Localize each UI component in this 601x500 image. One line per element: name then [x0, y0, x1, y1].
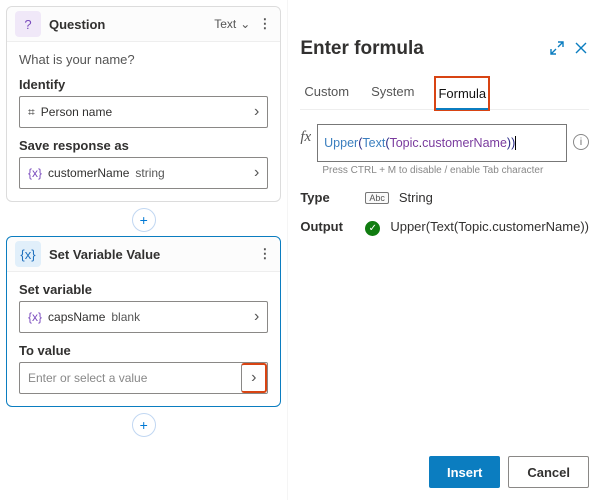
output-value: Upper(Text(Topic.customerName)): [390, 219, 589, 234]
variable-name: capsName: [48, 310, 105, 324]
node-title: Question: [49, 17, 206, 32]
to-value-placeholder: Enter or select a value: [28, 371, 147, 385]
formula-token: Text: [362, 135, 385, 152]
variable-type: string: [135, 166, 164, 180]
chevron-right-icon: ›: [254, 164, 259, 182]
identify-label: Identify: [19, 77, 268, 92]
chevron-right-icon: ›: [254, 103, 259, 121]
to-value-field[interactable]: Enter or select a value ›: [19, 362, 268, 394]
text-cursor: [515, 136, 516, 150]
question-node[interactable]: ? Question Text ⌄ ⋮ What is your name? I…: [6, 6, 281, 202]
chevron-right-icon: ›: [254, 308, 259, 326]
add-node-button[interactable]: +: [132, 208, 156, 232]
set-variable-node[interactable]: {x} Set Variable Value ⋮ Set variable {x…: [6, 236, 281, 407]
variable-icon: {x}: [28, 166, 42, 180]
type-value: String: [399, 190, 433, 205]
type-label: Type: [300, 190, 355, 205]
entity-icon: ⌗: [28, 105, 35, 120]
chevron-down-icon[interactable]: ⌄: [240, 17, 250, 31]
identify-field[interactable]: ⌗ Person name ›: [19, 96, 268, 128]
close-icon[interactable]: [573, 40, 589, 59]
save-response-label: Save response as: [19, 138, 268, 153]
to-value-expand-button[interactable]: ›: [241, 363, 267, 393]
panel-title: Enter formula: [300, 38, 541, 60]
set-variable-label: Set variable: [19, 282, 268, 297]
formula-token: Upper: [324, 135, 358, 152]
tab-custom[interactable]: Custom: [302, 76, 351, 109]
save-response-field[interactable]: {x} customerName string ›: [19, 157, 268, 189]
tab-formula[interactable]: Formula: [434, 76, 490, 111]
formula-token: Topic: [389, 135, 418, 152]
output-label: Output: [300, 219, 355, 234]
add-node-button[interactable]: +: [132, 413, 156, 437]
identify-value: Person name: [41, 105, 112, 119]
formula-input[interactable]: Upper(Text(Topic.customerName)): [317, 124, 567, 162]
question-type[interactable]: Text: [214, 17, 236, 31]
insert-button[interactable]: Insert: [429, 456, 500, 488]
formula-token: customerName: [422, 135, 507, 152]
more-icon[interactable]: ⋮: [258, 246, 272, 262]
more-icon[interactable]: ⋮: [258, 16, 272, 32]
variable-name: customerName: [48, 166, 129, 180]
set-variable-field[interactable]: {x} capsName blank ›: [19, 301, 268, 333]
string-type-icon: Abc: [365, 192, 389, 204]
question-prompt: What is your name?: [19, 52, 268, 67]
cancel-button[interactable]: Cancel: [508, 456, 589, 488]
question-icon: ?: [15, 11, 41, 37]
success-icon: ✓: [365, 221, 380, 236]
formula-hint: Press CTRL + M to disable / enable Tab c…: [322, 165, 589, 176]
variable-icon: {x}: [15, 241, 41, 267]
node-title: Set Variable Value: [49, 247, 250, 262]
fx-icon: fx: [300, 124, 311, 146]
info-icon[interactable]: i: [573, 134, 589, 150]
expand-icon[interactable]: [549, 40, 565, 59]
variable-state: blank: [111, 310, 140, 324]
tab-system[interactable]: System: [369, 76, 416, 109]
to-value-label: To value: [19, 343, 268, 358]
formula-tabs: Custom System Formula: [300, 76, 589, 110]
variable-icon: {x}: [28, 310, 42, 324]
